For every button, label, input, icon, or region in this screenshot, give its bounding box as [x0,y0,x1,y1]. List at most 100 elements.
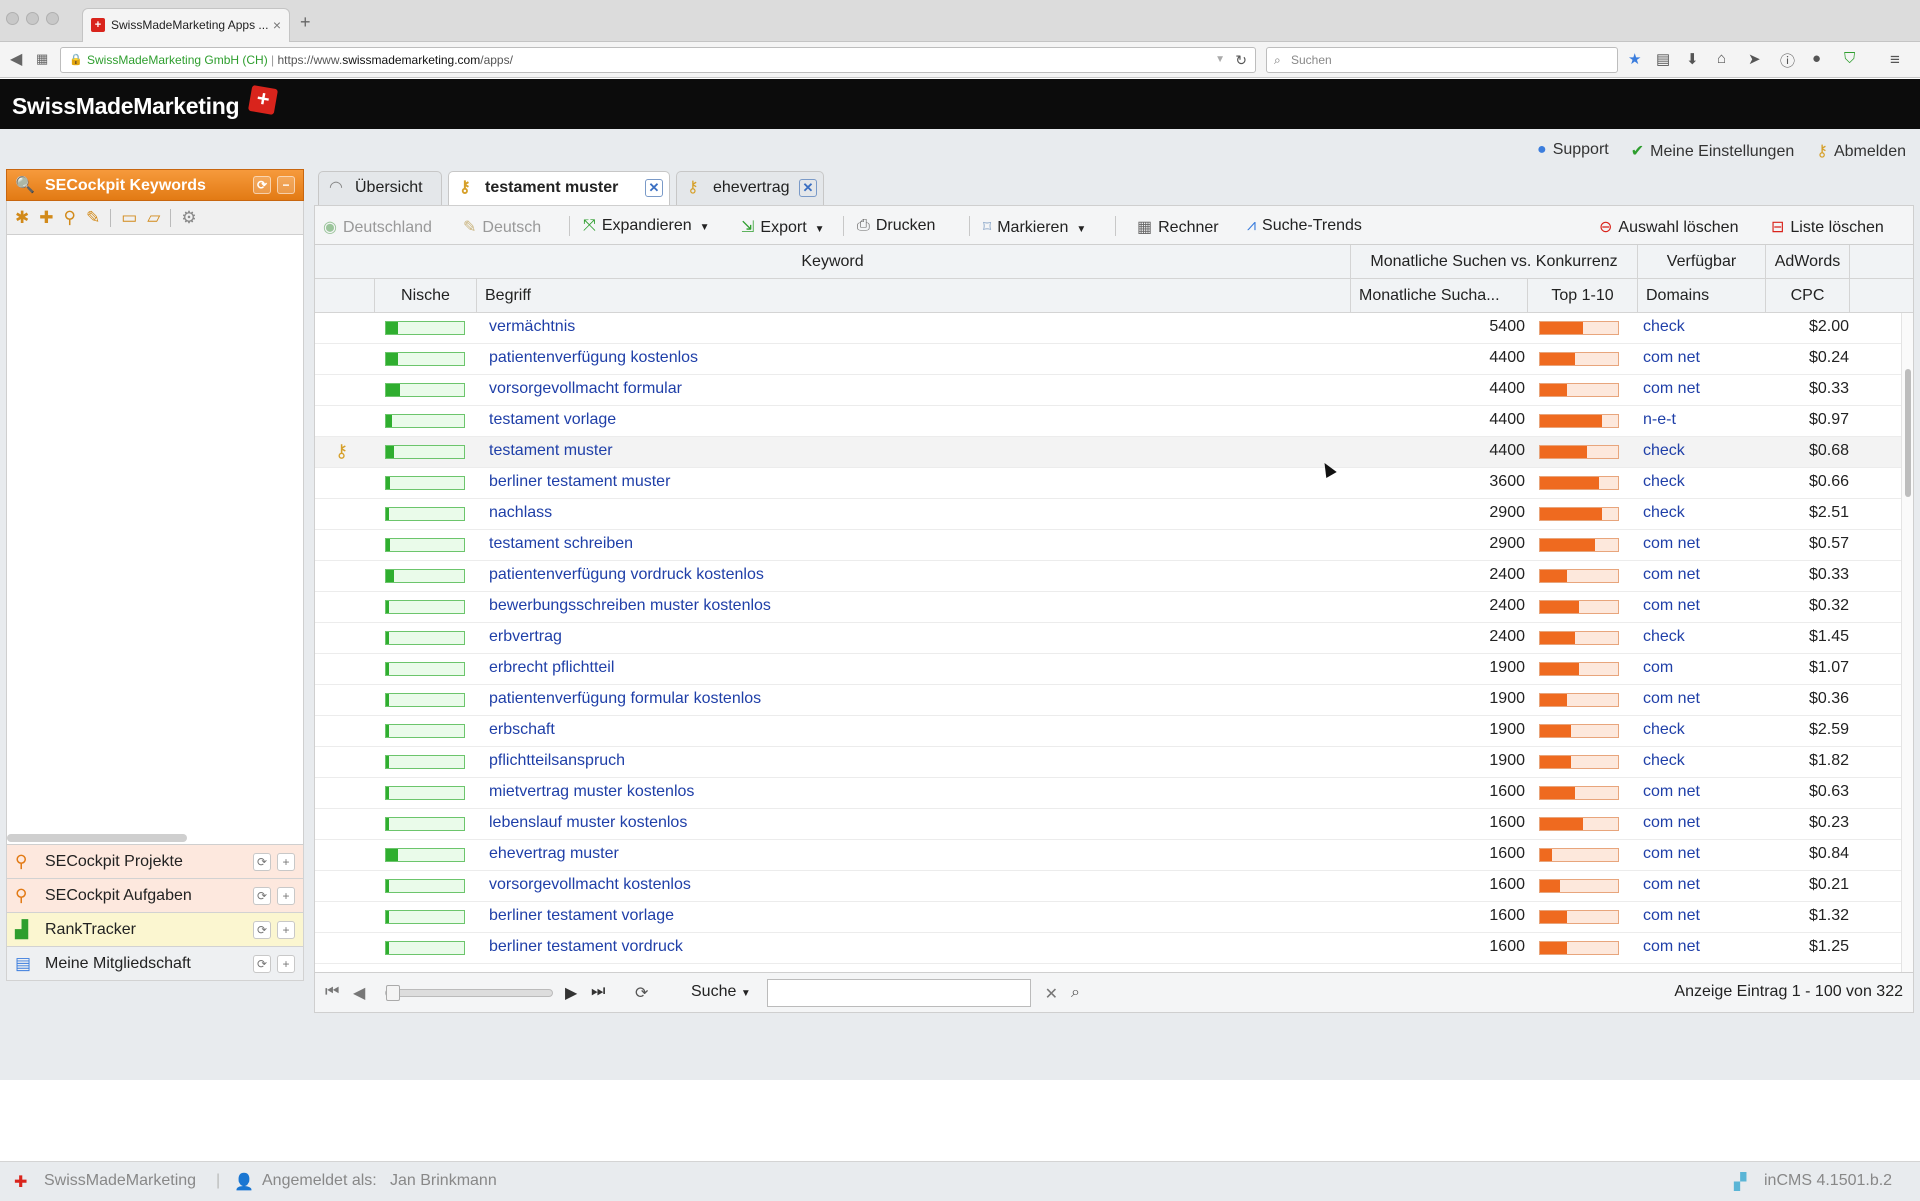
horizontal-scrollbar[interactable] [7,834,187,842]
sidebar-item-ranktracker[interactable]: ▟ RankTracker ⟳ + [6,913,304,947]
header-cpc[interactable]: CPC [1766,279,1850,313]
url-dropdown-icon[interactable]: ▼ [1215,48,1225,72]
search-filter-dropdown[interactable]: Suche ▼ [691,983,751,1001]
keyword-link[interactable]: patientenverfügung kostenlos [489,349,698,367]
table-row[interactable]: lebenslauf muster kostenlos 1600 com net $0… [315,809,1903,840]
table-row[interactable]: berliner testament vordruck 1600 com net $1… [315,933,1903,964]
domains-link[interactable]: check [1643,504,1685,522]
export-button[interactable]: ⇲ Export ▼ [741,217,825,237]
keyword-link[interactable]: vorsorgevollmacht formular [489,380,682,398]
table-row[interactable]: bewerbungsschreiben muster kostenlos 2400… [315,592,1903,623]
new-tab-button[interactable]: + [300,12,311,33]
clear-list-button[interactable]: ⊟ Liste löschen [1771,217,1884,237]
table-row[interactable]: patientenverfügung kostenlos 4400 com net $… [315,344,1903,375]
keyword-link[interactable]: testament vorlage [489,411,616,429]
browser-tab[interactable]: + SwissMadeMarketing Apps ... × [82,8,290,42]
table-row[interactable]: ehevertrag muster 1600 com net $0.84 [315,840,1903,871]
domains-link[interactable]: com [1643,659,1673,677]
reading-list-icon[interactable]: ▤ [1656,50,1670,68]
refresh-icon[interactable]: ⟳ [635,983,648,1003]
keyword-link[interactable]: patientenverfügung vordruck kostenlos [489,566,764,584]
table-row[interactable]: patientenverfügung vordruck kostenlos 240… [315,561,1903,592]
table-row[interactable]: erbvertrag 2400 check $1.45 [315,623,1903,654]
domains-link[interactable]: check [1643,442,1685,460]
send-icon[interactable]: ➤ [1748,50,1761,68]
expand-plus-icon[interactable]: + [277,853,295,871]
table-row[interactable]: vermächtnis 5400 check $2.00 [315,313,1903,344]
keyword-link[interactable]: ehevertrag muster [489,845,619,863]
clear-search-icon[interactable]: ✕ [1045,984,1058,1004]
table-row[interactable]: berliner testament muster 3600 check $0.66 [315,468,1903,499]
table-row[interactable]: erbschaft 1900 check $2.59 [315,716,1903,747]
keyword-link[interactable]: vermächtnis [489,318,575,336]
add-keyword-icon[interactable]: ✚ [39,208,53,228]
header-term[interactable]: Begriff [477,279,1351,313]
table-row[interactable]: pflichtteilsanspruch 1900 check $1.82 [315,747,1903,778]
first-page-icon[interactable]: ⏮ [325,983,339,1001]
chat-icon[interactable]: ● [1812,50,1821,67]
back-arrow-icon[interactable]: ◀ [10,49,22,69]
scrollbar-thumb[interactable] [1905,369,1911,497]
refresh-icon[interactable]: ⟳ [253,853,271,871]
page-slider[interactable] [385,985,553,1001]
expand-plus-icon[interactable]: + [277,955,295,973]
tab-testament-muster[interactable]: ⚷ testament muster ✕ [448,171,670,206]
keyword-link[interactable]: testament muster [489,442,613,460]
browser-tab-close-icon[interactable]: × [273,9,281,41]
collapse-icon[interactable]: − [277,176,295,194]
tab-close-icon[interactable]: ✕ [645,179,663,197]
header-select-column[interactable] [315,279,375,313]
table-row[interactable]: testament vorlage 4400 n-e-t $0.97 [315,406,1903,437]
keyword-link[interactable]: nachlass [489,504,552,522]
keyword-link[interactable]: erbrecht pflichtteil [489,659,614,677]
window-close-button[interactable] [6,12,19,25]
clear-selection-button[interactable]: ⊖ Auswahl löschen [1599,217,1738,237]
domains-link[interactable]: com net [1643,349,1700,367]
table-row[interactable]: berliner testament vorlage 1600 com net $1.… [315,902,1903,933]
next-page-icon[interactable]: ▶ [565,983,577,1003]
keyword-link[interactable]: lebenslauf muster kostenlos [489,814,687,832]
browser-search-input[interactable]: ⌕ Suchen [1266,47,1618,73]
country-button[interactable]: ◉ Deutschland [323,217,432,237]
domains-link[interactable]: com net [1643,597,1700,615]
open-folder-icon[interactable]: ▱ [147,208,160,228]
search-icon[interactable]: ⌕ [1071,984,1080,1002]
expand-plus-icon[interactable]: + [277,887,295,905]
domains-link[interactable]: com net [1643,690,1700,708]
page-info-icon[interactable]: ▦ [36,51,48,67]
domains-link[interactable]: com net [1643,938,1700,956]
vertical-scrollbar[interactable] [1901,313,1913,972]
tab-ehevertrag[interactable]: ⚷ ehevertrag ✕ [676,171,824,205]
keyword-link[interactable]: berliner testament vordruck [489,938,683,956]
keyword-link[interactable]: testament schreiben [489,535,633,553]
keyword-link[interactable]: erbschaft [489,721,555,739]
grid-search-input[interactable]: ✕ ⌕ [767,979,1080,1007]
calculator-button[interactable]: ▦ Rechner [1137,217,1219,237]
keyword-link[interactable]: mietvertrag muster kostenlos [489,783,694,801]
domains-link[interactable]: n-e-t [1643,411,1676,429]
sidebar-item-projects[interactable]: ⚲ SECockpit Projekte ⟳ + [6,845,304,879]
edit-keyword-icon[interactable]: ✎ [86,208,100,228]
keyword-link[interactable]: pflichtteilsanspruch [489,752,625,770]
refresh-icon[interactable]: ⟳ [253,955,271,973]
hamburger-menu-icon[interactable]: ≡ [1890,50,1900,70]
domains-link[interactable]: com net [1643,907,1700,925]
keyword-link[interactable]: berliner testament muster [489,473,670,491]
domains-link[interactable]: com net [1643,876,1700,894]
keyword-link[interactable]: bewerbungsschreiben muster kostenlos [489,597,771,615]
header-top10[interactable]: Top 1-10 [1528,279,1638,313]
table-row[interactable]: vorsorgevollmacht formular 4400 com net $0.… [315,375,1903,406]
sidebar-item-tasks[interactable]: ⚲ SECockpit Aufgaben ⟳ + [6,879,304,913]
new-keyword-icon[interactable]: ✱ [15,208,29,228]
expand-plus-icon[interactable]: + [277,921,295,939]
domains-link[interactable]: com net [1643,566,1700,584]
logout-link[interactable]: ⚷ Abmelden [1816,141,1906,161]
table-row[interactable]: mietvertrag muster kostenlos 1600 com net $… [315,778,1903,809]
keyword-link[interactable]: vorsorgevollmacht kostenlos [489,876,691,894]
settings-link[interactable]: ✔ Meine Einstellungen [1631,141,1795,161]
search-trends-button[interactable]: ⩘ Suche-Trends [1247,217,1362,235]
gear-icon[interactable]: ⚙ [181,208,196,228]
sidebar-item-membership[interactable]: ▤ Meine Mitgliedschaft ⟳ + [6,947,304,981]
table-row[interactable]: patientenverfügung formular kostenlos 190… [315,685,1903,716]
bookmark-star-icon[interactable]: ★ [1628,50,1641,68]
